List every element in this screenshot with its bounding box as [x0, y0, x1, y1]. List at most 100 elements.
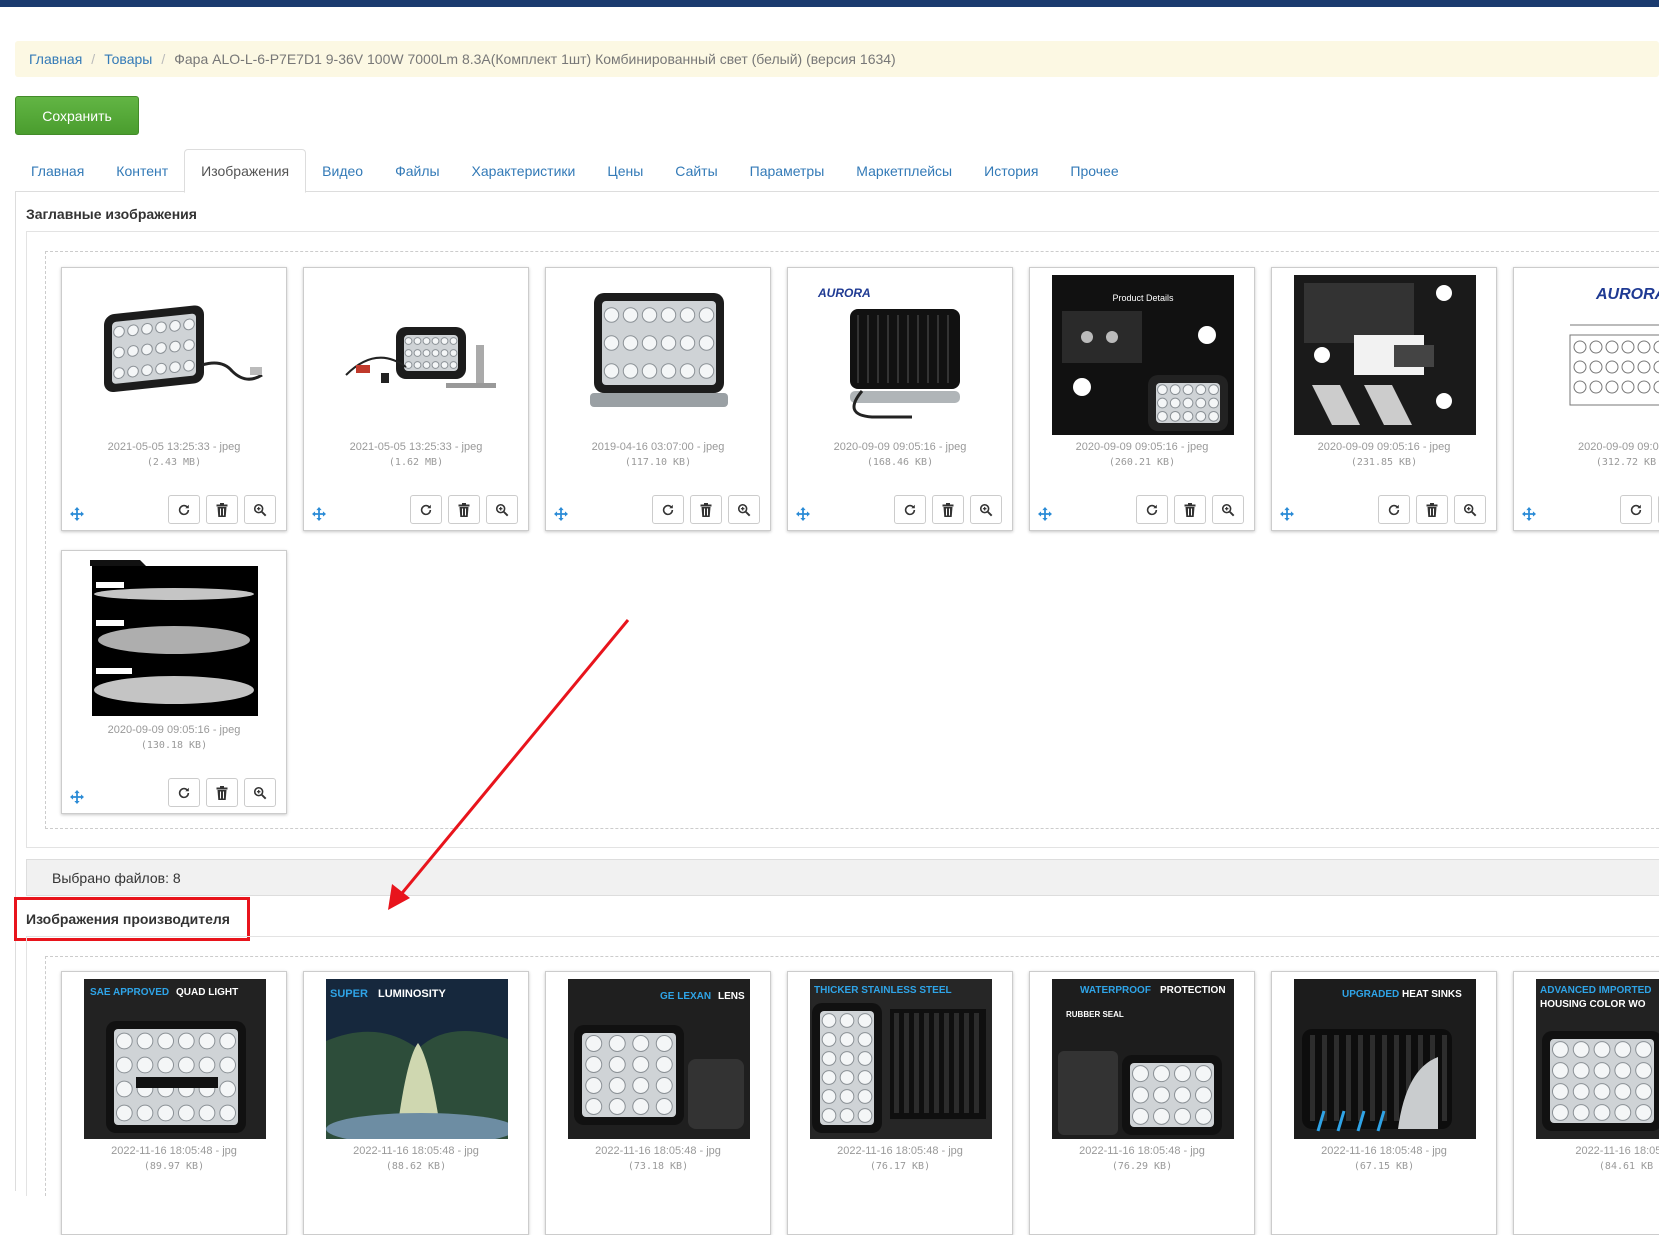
- tab-content[interactable]: Контент: [100, 149, 184, 192]
- move-icon[interactable]: [1280, 507, 1294, 521]
- zoom-button[interactable]: [486, 495, 518, 524]
- tab-other[interactable]: Прочее: [1054, 149, 1134, 192]
- image-size: (312.72 KB: [1595, 457, 1657, 468]
- tab-files[interactable]: Файлы: [379, 149, 455, 192]
- move-icon[interactable]: [312, 507, 326, 521]
- trash-icon: [216, 785, 228, 800]
- tab-main[interactable]: Главная: [15, 149, 100, 192]
- delete-button[interactable]: [1416, 495, 1448, 524]
- image-thumbnail[interactable]: UPGRADED HEAT SINKS: [1290, 979, 1480, 1139]
- tab-prices[interactable]: Цены: [591, 149, 659, 192]
- rotate-icon: [177, 503, 191, 517]
- zoom-button[interactable]: [728, 495, 760, 524]
- image-card: GE LEXAN LENS 2022-11-16 18:05:48 - jpg (…: [545, 971, 771, 1235]
- breadcrumb-products-link[interactable]: Товары: [104, 51, 152, 67]
- image-meta: 2019-04-16 03:07:00 - jpeg (117.10 KB): [546, 440, 770, 470]
- move-icon[interactable]: [70, 507, 84, 521]
- tab-characteristics[interactable]: Характеристики: [456, 149, 592, 192]
- svg-text:QUAD LIGHT: QUAD LIGHT: [176, 987, 238, 998]
- rotate-button[interactable]: [894, 495, 926, 524]
- delete-button[interactable]: [206, 495, 238, 524]
- svg-text:THICKER STAINLESS STEEL: THICKER STAINLESS STEEL: [814, 985, 952, 996]
- zoom-button[interactable]: [1454, 495, 1486, 524]
- move-icon[interactable]: [554, 507, 568, 521]
- image-thumbnail[interactable]: Product Details: [1052, 275, 1234, 435]
- move-icon[interactable]: [796, 507, 810, 521]
- breadcrumb-home-link[interactable]: Главная: [29, 51, 82, 67]
- zoom-button[interactable]: [970, 495, 1002, 524]
- image-thumbnail[interactable]: WATERPROOF PROTECTION RUBBER SEAL: [1048, 979, 1238, 1139]
- svg-text:WATERPROOF: WATERPROOF: [1080, 985, 1151, 996]
- svg-text:LUMINOSITY: LUMINOSITY: [378, 988, 446, 1000]
- zoom-button[interactable]: [1212, 495, 1244, 524]
- image-date: 2022-11-16 18:05:48 - jpg: [353, 1145, 479, 1157]
- image-meta: 2022-11-16 18:05:48 - jpg (88.62 KB): [304, 1144, 528, 1174]
- tab-images[interactable]: Изображения: [184, 149, 307, 193]
- image-thumbnail[interactable]: AURORA: [810, 275, 992, 435]
- delete-button[interactable]: [206, 778, 238, 807]
- image-meta: 2020-09-09 09:05:16 - jpeg (130.18 KB): [62, 723, 286, 753]
- image-thumbnail[interactable]: AURORA: [1536, 275, 1659, 435]
- trash-icon: [216, 502, 228, 517]
- image-thumbnail[interactable]: [326, 275, 508, 435]
- image-thumbnail[interactable]: [568, 275, 750, 435]
- delete-button[interactable]: [448, 495, 480, 524]
- image-size: (1.62 MB): [388, 457, 444, 468]
- tab-video[interactable]: Видео: [306, 149, 379, 192]
- selected-files-count: Выбрано файлов: 8: [52, 869, 181, 886]
- zoom-button[interactable]: [244, 778, 276, 807]
- image-actions: [168, 778, 276, 807]
- move-icon[interactable]: [70, 790, 84, 804]
- tab-sites[interactable]: Сайты: [659, 149, 733, 192]
- image-card: ADVANCED IMPORTED HOUSING COLOR WO 2022-…: [1513, 971, 1659, 1235]
- tab-marketplaces[interactable]: Маркетплейсы: [840, 149, 968, 192]
- rotate-button[interactable]: [652, 495, 684, 524]
- image-thumbnail[interactable]: SAE APPROVED QUAD LIGHT: [80, 979, 270, 1139]
- save-button[interactable]: Сохранить: [15, 96, 139, 135]
- image-meta: 2022-11-16 18:05:48 - jpg (89.97 KB): [62, 1144, 286, 1174]
- tab-parameters[interactable]: Параметры: [734, 149, 841, 192]
- rotate-button[interactable]: [168, 495, 200, 524]
- image-thumbnail[interactable]: ADVANCED IMPORTED HOUSING COLOR WO: [1532, 979, 1659, 1139]
- rotate-button[interactable]: [410, 495, 442, 524]
- trash-icon: [1426, 502, 1438, 517]
- image-size: (76.29 KB): [1111, 1161, 1173, 1172]
- delete-button[interactable]: [690, 495, 722, 524]
- image-card: 2021-05-05 13:25:33 - jpeg (1.62 MB): [303, 267, 529, 531]
- image-meta: 2022-11-16 18:05:48 - jpg (76.29 KB): [1030, 1144, 1254, 1174]
- rotate-button[interactable]: [168, 778, 200, 807]
- move-icon[interactable]: [1038, 507, 1052, 521]
- image-meta: 2020-09-09 09:05:1 (312.72 KB: [1514, 440, 1659, 470]
- zoom-icon: [1463, 503, 1477, 517]
- image-actions: [1378, 495, 1486, 524]
- image-date: 2020-09-09 09:05:16 - jpeg: [107, 724, 241, 736]
- svg-text:PROTECTION: PROTECTION: [1160, 985, 1226, 996]
- delete-button[interactable]: [1174, 495, 1206, 524]
- image-thumbnail[interactable]: THICKER STAINLESS STEEL: [806, 979, 996, 1139]
- image-thumbnail[interactable]: [84, 275, 266, 435]
- selected-files-bar: Выбрано файлов: 8: [26, 859, 1659, 896]
- zoom-icon: [495, 503, 509, 517]
- rotate-button[interactable]: [1378, 495, 1410, 524]
- image-thumbnail[interactable]: [84, 558, 266, 718]
- image-thumbnail[interactable]: SUPER LUMINOSITY: [322, 979, 512, 1139]
- move-icon[interactable]: [1522, 507, 1536, 521]
- svg-text:SAE APPROVED: SAE APPROVED: [90, 987, 169, 998]
- zoom-button[interactable]: [244, 495, 276, 524]
- tab-history[interactable]: История: [968, 149, 1054, 192]
- svg-text:AURORA: AURORA: [1595, 286, 1659, 303]
- trash-icon: [700, 502, 712, 517]
- svg-text:Product Details: Product Details: [1112, 293, 1174, 303]
- image-card: WATERPROOF PROTECTION RUBBER SEAL 2022-1…: [1029, 971, 1255, 1235]
- image-thumbnail[interactable]: GE LEXAN LENS: [564, 979, 754, 1139]
- image-card: UPGRADED HEAT SINKS 2022-11-16 18:05:48 …: [1271, 971, 1497, 1235]
- image-actions: [410, 495, 518, 524]
- image-date: 2020-09-09 09:05:16 - jpeg: [1317, 441, 1451, 453]
- image-thumbnail[interactable]: [1294, 275, 1476, 435]
- svg-text:LENS: LENS: [718, 991, 745, 1002]
- delete-button[interactable]: [932, 495, 964, 524]
- image-date: 2020-09-09 09:05:16 - jpeg: [1075, 441, 1209, 453]
- rotate-button[interactable]: [1620, 495, 1652, 524]
- image-size: (76.17 KB): [869, 1161, 931, 1172]
- rotate-button[interactable]: [1136, 495, 1168, 524]
